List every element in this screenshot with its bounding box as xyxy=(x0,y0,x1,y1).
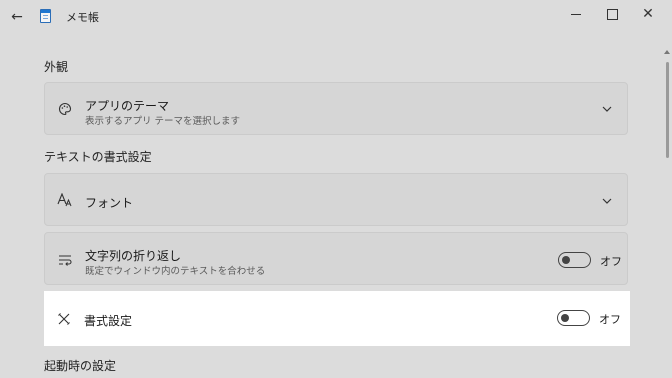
font-setting-card[interactable]: フォント xyxy=(44,173,628,226)
font-icon xyxy=(57,192,73,208)
scroll-up-arrow-icon[interactable] xyxy=(664,50,670,54)
font-title: フォント xyxy=(85,196,134,210)
formatting-icon xyxy=(56,311,72,327)
chevron-down-icon xyxy=(601,195,613,207)
formatting-toggle-label: オフ xyxy=(599,313,621,326)
formatting-toggle[interactable] xyxy=(557,310,590,326)
title-bar: ← メモ帳 ✕ xyxy=(0,0,672,32)
app-title: メモ帳 xyxy=(66,11,99,24)
word-wrap-subtitle: 既定でウィンドウ内のテキストを合わせる xyxy=(85,266,266,277)
palette-icon xyxy=(57,101,73,117)
section-text-format-label: テキストの書式設定 xyxy=(44,150,152,164)
word-wrap-setting-card: 文字列の折り返し 既定でウィンドウ内のテキストを合わせる オフ xyxy=(44,232,628,285)
theme-setting-card[interactable]: アプリのテーマ 表示するアプリ テーマを選択します xyxy=(44,82,628,135)
theme-subtitle: 表示するアプリ テーマを選択します xyxy=(85,116,241,127)
theme-title: アプリのテーマ xyxy=(85,99,170,113)
maximize-icon xyxy=(606,8,618,20)
wrap-icon xyxy=(57,252,73,268)
chevron-down-icon xyxy=(601,103,613,115)
word-wrap-toggle[interactable] xyxy=(558,252,591,268)
back-arrow-icon: ← xyxy=(11,9,23,25)
section-appearance-label: 外観 xyxy=(44,60,69,74)
section-startup-label: 起動時の設定 xyxy=(44,359,117,373)
formatting-setting-card: 書式設定 オフ xyxy=(44,291,630,346)
close-icon: ✕ xyxy=(642,6,654,22)
word-wrap-toggle-label: オフ xyxy=(600,255,622,268)
notepad-icon xyxy=(40,9,51,23)
minimize-button[interactable] xyxy=(558,3,594,25)
close-button[interactable]: ✕ xyxy=(630,3,666,25)
toggle-knob xyxy=(562,256,570,264)
back-button[interactable]: ← xyxy=(6,6,28,28)
formatting-title: 書式設定 xyxy=(84,314,133,328)
maximize-button[interactable] xyxy=(594,3,630,25)
scrollbar-thumb[interactable] xyxy=(666,62,669,158)
minimize-icon xyxy=(571,13,581,15)
word-wrap-title: 文字列の折り返し xyxy=(85,249,182,263)
toggle-knob xyxy=(561,314,569,322)
